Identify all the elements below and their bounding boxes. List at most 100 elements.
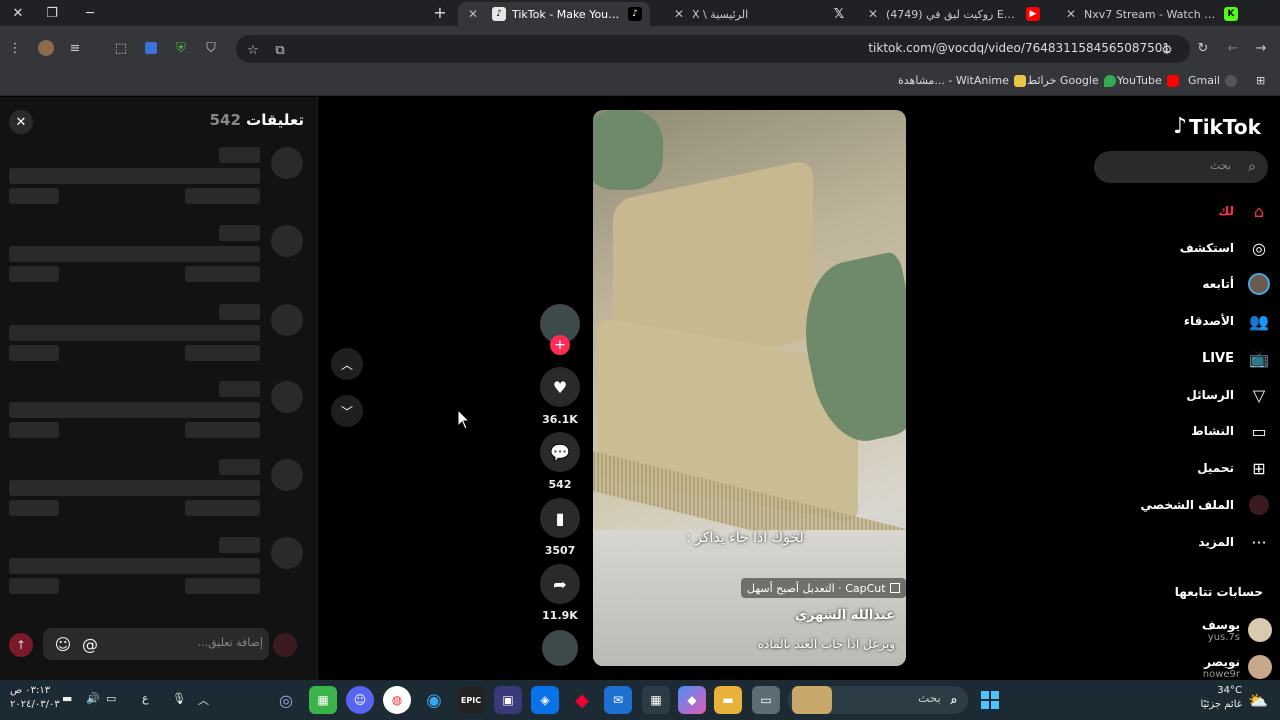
tab-close-icon[interactable]: ✕ [866,7,880,21]
app-green-icon[interactable]: ▦ [309,686,337,714]
bookmark-gmail[interactable]: Gmail [1188,74,1238,87]
epic-games-icon[interactable]: EPIC [457,686,485,714]
extensions-icon[interactable]: ⬚ [110,36,132,60]
comment-skeleton-line [9,500,59,516]
url-text[interactable]: tiktok.com/@vocdq/video/7648311584565087… [868,41,1170,55]
shield-green-icon[interactable]: ⛨ [170,36,192,60]
file-explorer-icon[interactable]: ▬ [714,686,742,714]
post-comment-button[interactable]: ↑ [9,633,33,657]
following-account[interactable]: يوسف yus.7s [1202,615,1272,645]
tray-chevron-icon[interactable]: ︿ [198,692,209,708]
edge-icon[interactable]: ◉ [420,686,448,714]
tiktok-logo[interactable]: ♪ TikTok [1173,114,1261,139]
nav-profile[interactable]: الملف الشخصي [1100,491,1270,519]
tab-kick[interactable]: ✕ Nxv7 Stream - Watch Live on K K [1056,2,1246,26]
tab-close-icon[interactable]: ✕ [466,7,480,21]
comment-skeleton-line [9,188,59,204]
new-tab-button[interactable]: + [430,2,450,24]
youtube-icon [1166,74,1179,87]
maps-pin-icon [1103,74,1116,87]
taskbar-clock[interactable]: ٠٣:١٣ ص ٢٠٢٤/٠٣/٠٣ [10,684,60,712]
discord-icon[interactable]: ☺ [346,686,374,714]
chrome-icon[interactable]: ◍ [383,686,411,714]
nav-for-you[interactable]: لك ⌂ [1100,197,1270,225]
nav-messages[interactable]: الرسائل ▽ [1100,381,1270,409]
comments-title: تعليقات 542 [210,111,304,129]
volume-icon[interactable]: 🔊 [86,692,100,705]
following-handle: yus.7s [1207,631,1240,643]
like-button[interactable]: ♥ [540,367,580,407]
reload-icon[interactable]: ↻ [1192,36,1214,60]
tab-close-icon[interactable]: ✕ [1064,7,1078,21]
restore-window-icon[interactable]: ❐ [34,0,70,26]
media-icon[interactable]: ≡ [64,36,86,60]
windows-start-icon[interactable] [976,686,1004,714]
like-count: 36.1K [542,413,578,426]
nav-label: LIVE [1201,350,1234,366]
share-button[interactable]: ➦ [540,564,580,604]
shield-icon[interactable]: ⛉ [200,36,222,60]
store-icon[interactable]: ▦ [642,686,670,714]
outlook-icon[interactable]: ✉ [604,686,632,714]
steam-icon[interactable]: ◎ [272,686,300,714]
close-comments-icon[interactable]: ✕ [9,110,33,134]
mention-icon[interactable]: @ [80,634,100,654]
forward-icon[interactable]: ← [1222,36,1244,60]
nav-following[interactable]: أتابعه [1100,270,1270,298]
nav-explore[interactable]: استكشف ◎ [1100,234,1270,262]
nav-upload[interactable]: تحميل ⊞ [1100,454,1270,482]
input-language[interactable]: ع [142,692,149,705]
extension-icon[interactable] [140,36,162,60]
apps-icon[interactable]: ⊞ [1256,74,1265,87]
bookmark-maps[interactable]: خرائط Google [1027,74,1116,87]
minimize-window-icon[interactable]: ─ [72,0,108,26]
nav-label: تحميل [1197,461,1234,475]
nav-more[interactable]: المزيد ··· [1100,528,1270,556]
previous-video-button[interactable]: ︿ [331,348,363,380]
menu-dots-icon[interactable]: ⋮ [4,36,26,60]
battery-icon[interactable]: ▬ [62,692,72,705]
video-author[interactable]: عبدالله الشهري [795,608,895,623]
globe-icon [1225,74,1238,87]
share-count: 11.9K [542,609,578,622]
kick-favicon-icon: K [1224,7,1238,21]
network-icon[interactable]: ▭ [106,692,116,705]
site-settings-icon[interactable]: ⚙ [1156,38,1178,62]
bookmark-witanime[interactable]: مشاهدة... - WitAnime [898,74,1026,87]
tab-x[interactable]: ✕ الرئيسية \ X 𝕏 [664,2,854,26]
save-button[interactable]: ▮ [540,498,580,538]
nav-live[interactable]: LIVE 📺 [1100,344,1270,372]
app-red-icon[interactable]: ◆ [568,686,596,714]
comment-skeleton-line [185,266,260,282]
app-blue-icon[interactable]: ▣ [494,686,522,714]
close-window-icon[interactable]: ✕ [0,0,36,26]
microphone-icon[interactable]: 🎙 [172,692,186,705]
comment-button[interactable]: 💬 [540,432,580,472]
send-icon: ▽ [1252,385,1266,405]
back-icon[interactable]: → [1250,36,1272,60]
follow-button[interactable]: + [550,335,570,355]
nav-activity[interactable]: النشاط ▭ [1100,417,1270,445]
nav-friends[interactable]: الأصدقاء 👥 [1100,307,1270,335]
nav-label: لك [1218,204,1234,218]
tab-tiktok[interactable]: ✕ ♪ TikTok - Make Your Day ♪ [458,2,650,26]
tab-youtube[interactable]: ✕ (4749) روكيت ليق في EWC 26 - ▶ [858,2,1048,26]
tab-close-icon[interactable]: ✕ [672,7,686,21]
search-icon[interactable]: ⌕ [1242,157,1262,177]
following-account[interactable]: نويصر nowe9r [1203,652,1272,682]
translate-icon[interactable]: ⧉ [269,38,291,62]
upload-icon: ⊞ [1252,458,1266,478]
bookmark-youtube[interactable]: YouTube [1117,74,1179,87]
taskbar-weather[interactable]: 34°C غائم جزئيًا [1201,684,1242,712]
emoji-icon[interactable]: ☺ [53,634,73,654]
comment-skeleton-avatar [271,381,303,413]
app-window-icon[interactable]: ▭ [752,686,780,714]
bookmark-star-icon[interactable]: ☆ [242,38,264,62]
next-video-button[interactable]: ﹀ [331,395,363,427]
music-disc[interactable] [542,630,578,666]
profile-avatar-icon[interactable] [35,36,57,60]
dropbox-icon[interactable]: ◈ [531,686,559,714]
comment-skeleton-line [9,246,260,262]
copilot-icon[interactable]: ◆ [678,686,706,714]
capcut-badge[interactable]: CapCut · التعديل أصبح أسهل [741,578,906,598]
